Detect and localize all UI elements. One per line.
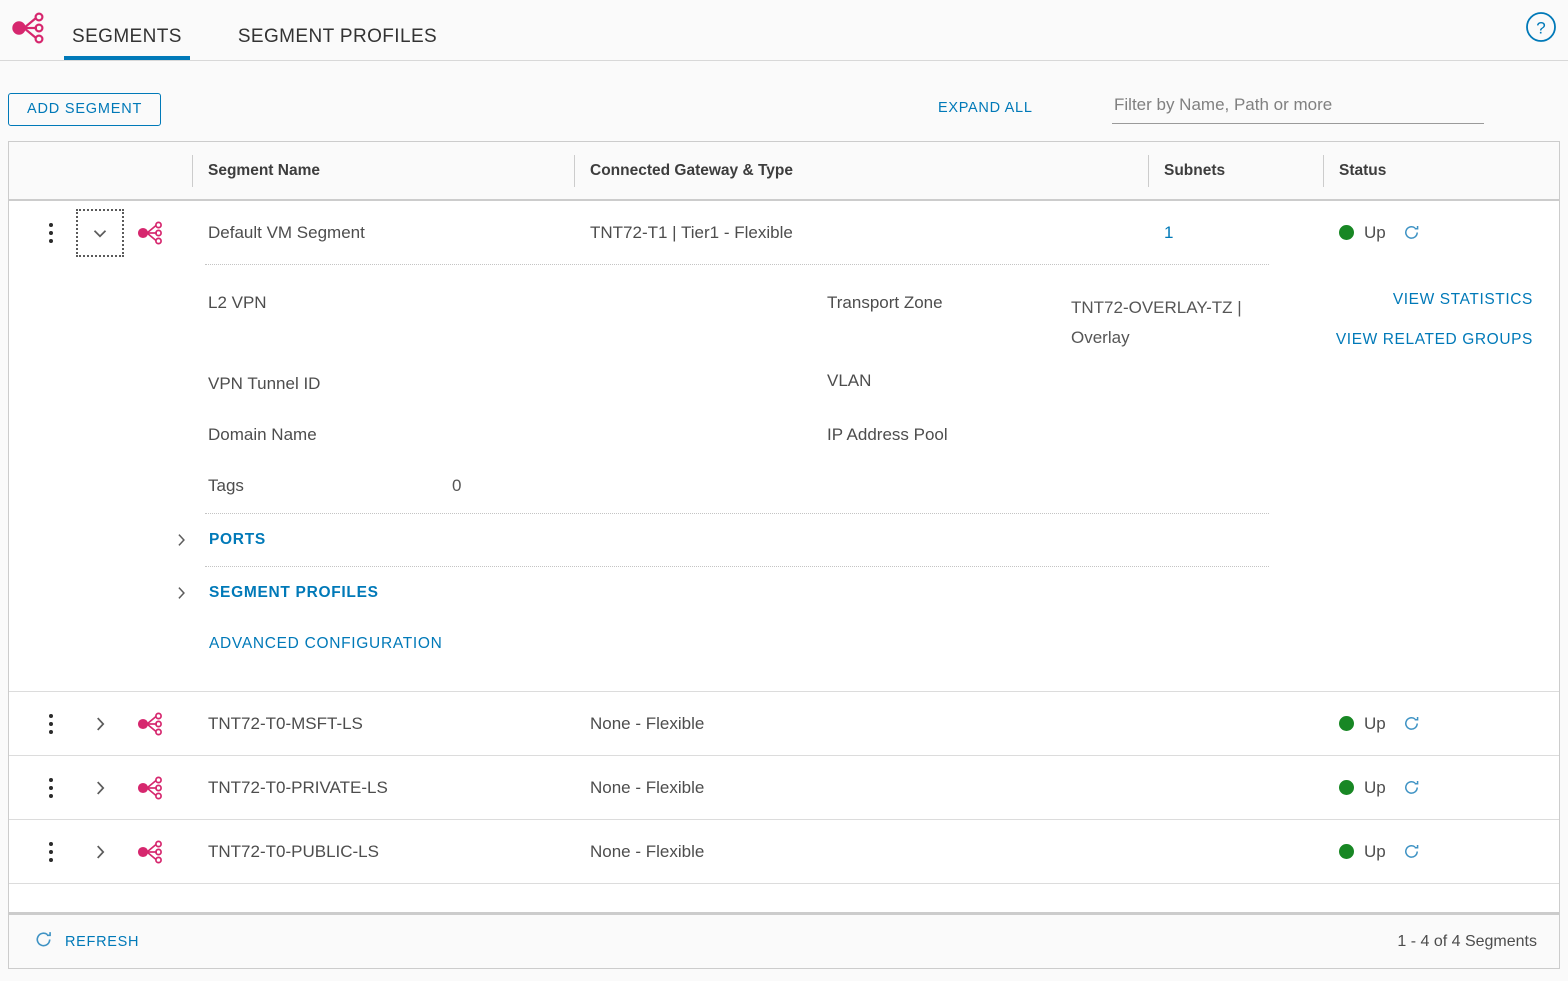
row-menu-icon[interactable] (31, 842, 71, 862)
row-controls (9, 829, 192, 875)
accordion-segment-profiles-label[interactable]: SEGMENT PROFILES (209, 584, 379, 602)
add-segment-button[interactable]: ADD SEGMENT (8, 93, 161, 126)
row-status-label: Up (1364, 223, 1386, 243)
chevron-right-icon[interactable] (169, 528, 193, 552)
filter-input[interactable] (1112, 91, 1484, 124)
table-header-status[interactable]: Status (1323, 155, 1559, 187)
field-label-l2-vpn: L2 VPN (208, 293, 267, 313)
row-menu-icon[interactable] (31, 223, 71, 243)
row-expand-chevron-down-icon[interactable] (77, 210, 123, 256)
field-label-transport-zone: Transport Zone (827, 293, 943, 313)
row-menu-icon[interactable] (31, 714, 71, 734)
expand-all-button[interactable]: EXPAND ALL (938, 100, 1033, 116)
svg-text:?: ? (1536, 19, 1545, 38)
row-controls (9, 701, 192, 747)
accordion-segment-profiles[interactable]: SEGMENT PROFILES (9, 567, 1559, 619)
row-status-label: Up (1364, 778, 1386, 798)
table-header-controls (9, 155, 192, 187)
row-menu-icon[interactable] (31, 778, 71, 798)
toolbar: ADD SEGMENT EXPAND ALL (0, 61, 1568, 141)
tab-segment-profiles-label: SEGMENT PROFILES (238, 26, 437, 47)
refresh-button[interactable]: REFRESH (33, 929, 139, 954)
table-footer: REFRESH 1 - 4 of 4 Segments (8, 913, 1560, 969)
tab-segments[interactable]: SEGMENTS (64, 26, 190, 60)
accordion-ports[interactable]: PORTS (9, 514, 1559, 566)
view-statistics-link[interactable]: VIEW STATISTICS (1336, 291, 1533, 309)
tab-segments-label: SEGMENTS (72, 26, 182, 47)
row-connected-gateway: None - Flexible (574, 842, 1148, 862)
row-controls (9, 765, 192, 811)
status-dot-up-icon (1339, 225, 1354, 240)
field-label-ip-address-pool: IP Address Pool (827, 425, 948, 445)
table-bottom-spacer (9, 884, 1559, 912)
field-value-tags: 0 (452, 476, 461, 496)
row-controls (9, 210, 192, 256)
detail-side-links: VIEW STATISTICS VIEW RELATED GROUPS (1336, 291, 1533, 371)
status-dot-up-icon (1339, 780, 1354, 795)
row-segment-name: Default VM Segment (192, 223, 574, 243)
chevron-right-icon[interactable] (169, 581, 193, 605)
table-header-row: Segment Name Connected Gateway & Type Su… (9, 142, 1559, 201)
field-label-vlan: VLAN (827, 371, 871, 391)
row-expand-chevron-right-icon[interactable] (77, 701, 123, 747)
view-related-groups-link[interactable]: VIEW RELATED GROUPS (1336, 331, 1533, 349)
segment-network-icon[interactable] (135, 773, 165, 803)
row-segment-name: TNT72-T0-MSFT-LS (192, 714, 574, 734)
row-connected-gateway: TNT72-T1 | Tier1 - Flexible (574, 223, 1148, 243)
row-expand-chevron-right-icon[interactable] (77, 765, 123, 811)
main-tabs: SEGMENTS SEGMENT PROFILES (64, 0, 485, 60)
status-dot-up-icon (1339, 844, 1354, 859)
table-row[interactable]: TNT72-T0-MSFT-LS None - Flexible Up (9, 692, 1559, 756)
table-row[interactable]: TNT72-T0-PRIVATE-LS None - Flexible Up (9, 756, 1559, 820)
row-status: Up (1323, 714, 1559, 734)
pagination-count: 1 - 4 of 4 Segments (1397, 933, 1537, 951)
table-row[interactable]: TNT72-T0-PUBLIC-LS None - Flexible Up (9, 820, 1559, 884)
segments-table: Segment Name Connected Gateway & Type Su… (8, 141, 1560, 913)
row-segment-name: TNT72-T0-PRIVATE-LS (192, 778, 574, 798)
segment-network-icon[interactable] (135, 709, 165, 739)
page-header: SEGMENTS SEGMENT PROFILES ? (0, 0, 1568, 61)
table-header-connected-gateway[interactable]: Connected Gateway & Type (574, 155, 1148, 187)
detail-fields: L2 VPN VPN Tunnel ID Domain Name Tags 0 … (9, 265, 1559, 513)
row-refresh-icon[interactable] (1402, 778, 1421, 797)
refresh-icon (33, 929, 54, 954)
row-refresh-icon[interactable] (1402, 714, 1421, 733)
row-status: Up (1323, 223, 1559, 243)
row-detail-panel: L2 VPN VPN Tunnel ID Domain Name Tags 0 … (9, 264, 1559, 692)
segments-page: SEGMENTS SEGMENT PROFILES ? ADD SEGMENT … (0, 0, 1568, 981)
row-subnets: 1 (1148, 223, 1323, 243)
segment-network-icon (8, 8, 48, 48)
table-header-segment-name[interactable]: Segment Name (192, 155, 574, 187)
field-label-domain-name: Domain Name (208, 425, 317, 445)
row-status: Up (1323, 778, 1559, 798)
advanced-configuration-row[interactable]: ADVANCED CONFIGURATION (9, 619, 1559, 669)
table-row[interactable]: Default VM Segment TNT72-T1 | Tier1 - Fl… (9, 201, 1559, 264)
tab-segment-profiles[interactable]: SEGMENT PROFILES (230, 26, 445, 60)
row-status-label: Up (1364, 842, 1386, 862)
refresh-button-label: REFRESH (65, 934, 139, 950)
row-segment-name: TNT72-T0-PUBLIC-LS (192, 842, 574, 862)
row-connected-gateway: None - Flexible (574, 714, 1148, 734)
row-subnets-link[interactable]: 1 (1164, 223, 1173, 242)
status-dot-up-icon (1339, 716, 1354, 731)
segment-network-icon[interactable] (135, 837, 165, 867)
field-label-vpn-tunnel-id: VPN Tunnel ID (208, 374, 320, 394)
row-status-label: Up (1364, 714, 1386, 734)
row-refresh-icon[interactable] (1402, 223, 1421, 242)
row-connected-gateway: None - Flexible (574, 778, 1148, 798)
row-status: Up (1323, 842, 1559, 862)
field-label-tags: Tags (208, 476, 244, 496)
segment-network-icon[interactable] (135, 218, 165, 248)
field-value-transport-zone: TNT72-OVERLAY-TZ | Overlay (1071, 293, 1281, 353)
filter-field-wrapper (1112, 91, 1484, 124)
table-header-subnets[interactable]: Subnets (1148, 155, 1323, 187)
row-refresh-icon[interactable] (1402, 842, 1421, 861)
accordion-ports-label[interactable]: PORTS (209, 531, 266, 549)
help-circle-icon[interactable]: ? (1524, 10, 1558, 44)
advanced-configuration-link[interactable]: ADVANCED CONFIGURATION (209, 635, 443, 653)
row-expand-chevron-right-icon[interactable] (77, 829, 123, 875)
